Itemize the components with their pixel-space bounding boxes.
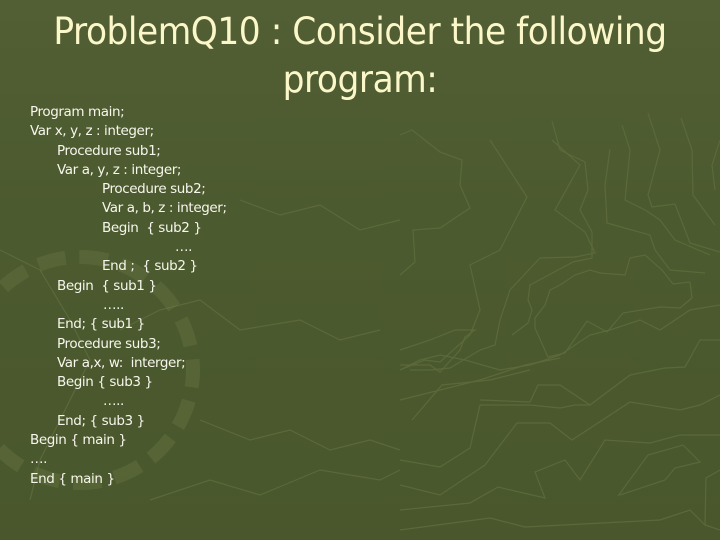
code-line: End ; { sub2 }: [102, 258, 198, 275]
code-line: Var a, y, z : integer;: [57, 161, 182, 178]
texture-line: [617, 444, 702, 497]
code-line: Procedure sub2;: [102, 181, 206, 198]
code-line: …..: [103, 393, 124, 410]
texture-line: [399, 509, 720, 531]
texture-line: [410, 139, 596, 371]
texture-line: [621, 124, 711, 256]
code-line: End; { sub1 }: [57, 316, 145, 333]
code-line: Begin { sub1 }: [57, 277, 157, 294]
texture-line: [399, 434, 720, 511]
code-line: ….: [30, 451, 47, 468]
code-line: End { main }: [30, 470, 115, 487]
code-line: ….: [175, 239, 192, 256]
program-code-block: Program main; Var x, y, z : integer; Pro…: [30, 103, 227, 489]
texture-line: [239, 199, 401, 231]
texture-line: [604, 148, 706, 274]
code-line: Var a, b, z : integer;: [102, 200, 227, 217]
code-line: Program main;: [30, 104, 125, 120]
code-line: End; { sub3 }: [57, 412, 145, 429]
slide: ProblemQ10 : Consider the following prog…: [0, 0, 720, 540]
code-line: …..: [103, 296, 124, 313]
slide-title: ProblemQ10 : Consider the following prog…: [53, 10, 667, 101]
code-line: Var a,x, w: interger;: [57, 354, 186, 371]
texture-line: [534, 254, 693, 358]
code-line: Begin { sub3 }: [57, 374, 153, 391]
texture-line: [399, 357, 561, 401]
texture-line: [399, 129, 471, 276]
code-line: Begin { main }: [30, 432, 127, 449]
texture-line: [399, 139, 528, 371]
code-line: Procedure sub1;: [57, 142, 161, 159]
code-line: Procedure sub3;: [57, 335, 161, 352]
texture-line: [479, 339, 720, 406]
texture-line: [199, 419, 401, 451]
texture-line: [647, 112, 720, 253]
code-line: Begin { sub2 }: [102, 219, 202, 236]
texture-line: [711, 139, 720, 191]
texture-line: [399, 404, 590, 468]
texture-line: [680, 117, 716, 226]
code-line: Var x, y, z : integer;: [30, 123, 154, 140]
texture-line: [511, 120, 593, 336]
texture-line: [704, 469, 720, 526]
texture-line: [399, 304, 720, 371]
texture-line: [399, 394, 720, 496]
texture-line: [411, 369, 531, 421]
texture-line: [399, 329, 477, 373]
